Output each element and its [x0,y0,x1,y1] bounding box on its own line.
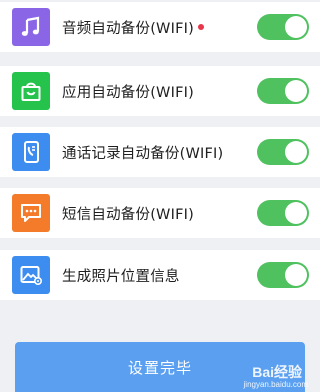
toggle-knob [285,80,307,102]
notification-dot [197,23,204,30]
message-bubble-icon [12,194,50,232]
toggle-knob [285,141,307,163]
audio-backup-toggle[interactable] [257,14,309,40]
toggle-knob [285,202,307,224]
setting-row-audio-backup: 音频自动备份(WIFI) [0,2,320,52]
setting-row-photo-location: 生成照片位置信息 [0,250,320,300]
setting-row-app-backup: 应用自动备份(WIFI) [0,66,320,116]
setting-label: 应用自动备份(WIFI) [62,84,194,101]
setting-label: 音频自动备份(WIFI) [62,17,204,38]
baidu-jingyan-watermark: Bai经验 jingyan.baidu.com [243,364,308,389]
toggle-knob [285,16,307,38]
photo-location-icon [12,256,50,294]
setting-label: 通话记录自动备份(WIFI) [62,145,224,162]
phone-log-icon [12,133,50,171]
setting-row-sms-backup: 短信自动备份(WIFI) [0,188,320,238]
setting-row-call-log-backup: 通话记录自动备份(WIFI) [0,127,320,177]
shopping-bag-icon [12,72,50,110]
app-backup-toggle[interactable] [257,78,309,104]
sms-backup-toggle[interactable] [257,200,309,226]
call-log-backup-toggle[interactable] [257,139,309,165]
music-note-icon [12,8,50,46]
setting-label: 生成照片位置信息 [62,268,180,285]
toggle-knob [285,264,307,286]
photo-location-toggle[interactable] [257,262,309,288]
setting-label: 短信自动备份(WIFI) [62,206,194,223]
